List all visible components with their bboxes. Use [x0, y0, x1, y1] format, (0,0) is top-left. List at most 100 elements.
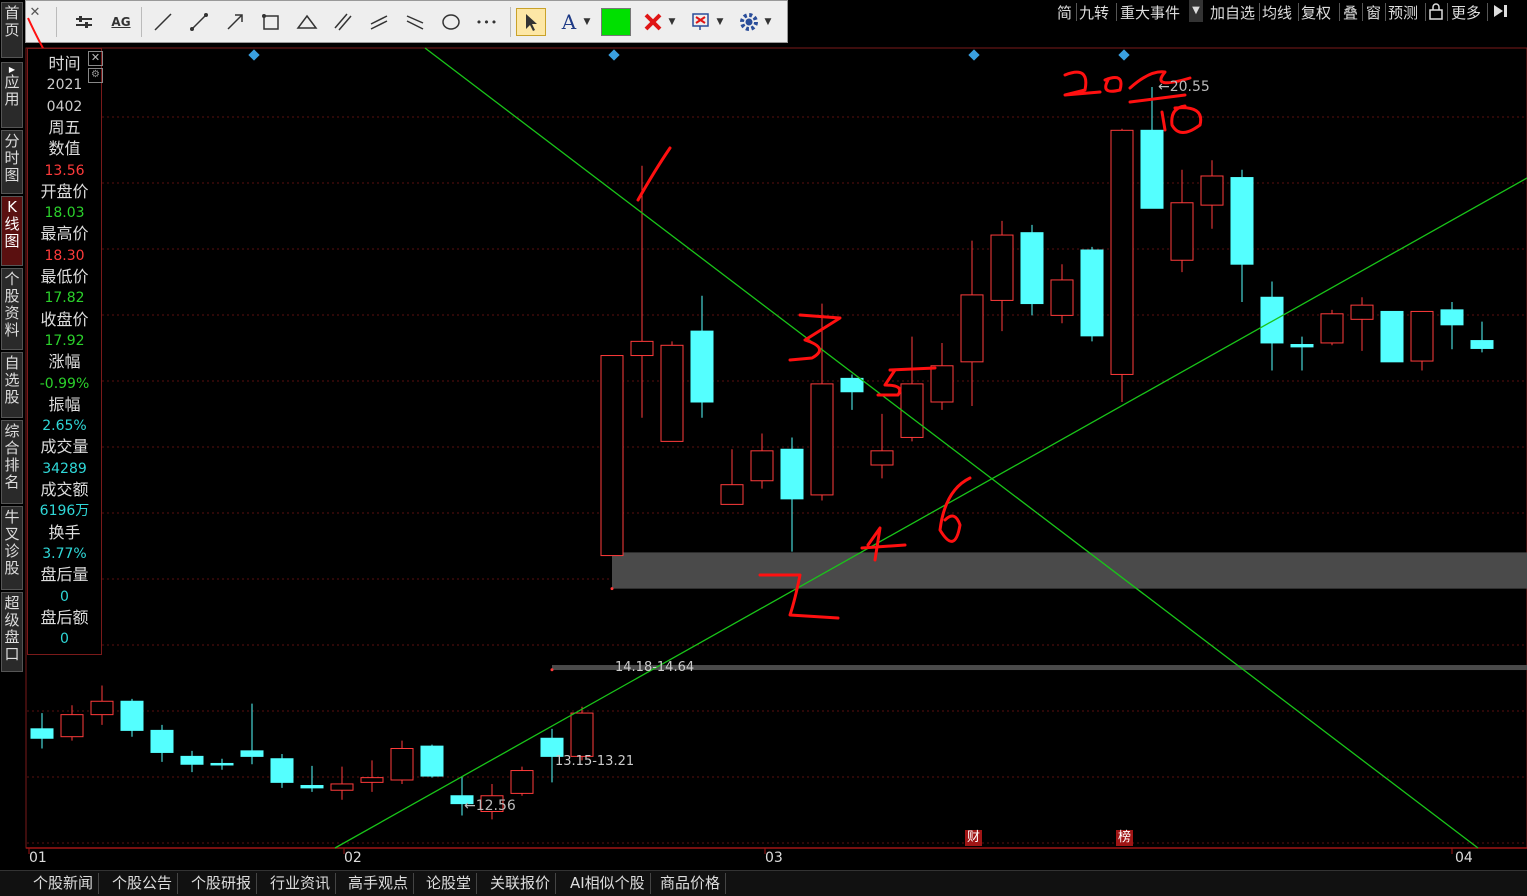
bottom-tab-3[interactable]: 行业资讯 — [265, 873, 337, 894]
candle-body — [1350, 304, 1374, 320]
info-value: 18.30 — [44, 247, 85, 264]
bottom-tab-6[interactable]: 关联报价 — [485, 873, 557, 894]
high-price-label: ←20.55 — [1158, 79, 1210, 95]
candle-body — [1380, 310, 1404, 363]
zone-label-lower: 13.15-13.21 — [555, 754, 635, 769]
x-axis-label: 01 — [29, 850, 47, 866]
candle-body — [510, 770, 534, 794]
info-value: 18.03 — [44, 205, 85, 222]
info-label: 盘后额 — [40, 607, 89, 627]
crosshair-info-panel: 时间 2021 0402 周五 数值 13.56 开盘价 18.03 最高价 18.30 最低价 17… — [27, 48, 102, 655]
kline-chart[interactable] — [0, 0, 1527, 870]
bottom-tab-0[interactable]: 个股新闻 — [28, 873, 100, 894]
low-price-value: 12.56 — [475, 798, 516, 814]
candle-body — [1320, 313, 1344, 344]
bottom-tab-1[interactable]: 个股公告 — [107, 873, 179, 894]
candle-body — [1080, 249, 1104, 337]
candle-body — [840, 377, 864, 393]
candle-body — [210, 762, 234, 766]
candle-body — [240, 750, 264, 757]
candle-body — [150, 729, 174, 753]
bottom-tab-4[interactable]: 高手观点 — [343, 873, 415, 894]
info-label: 收盘价 — [40, 309, 89, 329]
candle-body — [90, 700, 114, 716]
info-label: 最高价 — [40, 224, 89, 244]
zone-anchor-dot — [550, 668, 554, 672]
info-value: 6196万 — [39, 503, 90, 520]
candle-body — [390, 748, 414, 781]
info-value: 17.92 — [44, 332, 85, 349]
zone-label-upper: 14.18-14.64 — [615, 660, 695, 675]
candle-body — [1410, 310, 1434, 362]
candle-body — [900, 383, 924, 438]
candle-body — [1290, 344, 1314, 348]
candle-body — [570, 712, 594, 757]
info-label: 数值 — [48, 139, 81, 159]
zone-anchor-dot — [610, 587, 614, 591]
candle-body — [1200, 175, 1224, 206]
info-label: 成交量 — [40, 437, 89, 457]
candle-body — [300, 785, 324, 789]
candle-body — [690, 330, 714, 403]
info-value: 34289 — [42, 460, 87, 477]
close-icon: ✕ — [90, 51, 101, 64]
candle-body — [120, 700, 144, 731]
support-zone — [552, 665, 1527, 671]
info-label: 盘后量 — [40, 565, 89, 585]
chart-frame — [25, 47, 1527, 849]
candle-body — [270, 758, 294, 783]
info-value: 周五 — [48, 117, 81, 137]
x-axis-label: 03 — [765, 850, 783, 866]
info-value: 2.65% — [42, 418, 87, 435]
candle-body — [1170, 202, 1194, 261]
info-label: 开盘价 — [40, 181, 89, 201]
info-label: 涨幅 — [48, 352, 81, 372]
candle-body — [810, 383, 834, 496]
candle-body — [1140, 129, 1164, 209]
candle-body — [600, 355, 624, 557]
low-price-label: ←12.56 — [464, 798, 516, 814]
candle-body — [330, 783, 354, 791]
bottom-tab-bar: 个股新闻 个股公告 个股研报 行业资讯 高手观点 论股堂 关联报价 AI相似个股 商品价格 — [0, 870, 1527, 896]
bottom-tab-7[interactable]: AI相似个股 — [565, 873, 651, 894]
info-value: 0 — [60, 631, 69, 648]
candle-body — [720, 484, 744, 505]
candle-body — [1020, 232, 1044, 305]
x-axis-label: 04 — [1455, 850, 1473, 866]
x-axis-label: 02 — [344, 850, 362, 866]
candle-body — [1110, 129, 1134, 375]
high-price-value: 20.55 — [1169, 79, 1210, 95]
candle-body — [1260, 296, 1284, 344]
candle-body — [750, 450, 774, 482]
candle-body — [30, 728, 54, 739]
gear-icon: ⚙ — [91, 69, 100, 80]
info-value: 17.82 — [44, 290, 85, 307]
bottom-tab-8[interactable]: 商品价格 — [655, 873, 727, 894]
info-panel-settings-button[interactable]: ⚙ — [88, 68, 103, 83]
candle-body — [180, 755, 204, 765]
info-value: 0 — [60, 588, 69, 605]
info-value: 13.56 — [44, 162, 85, 179]
info-label: 成交额 — [40, 480, 89, 499]
candle-body — [660, 344, 684, 442]
candle-body — [960, 294, 984, 363]
candle-body — [630, 340, 654, 357]
candle-body — [60, 714, 84, 738]
candle-body — [1050, 279, 1074, 316]
candle-body — [1470, 340, 1494, 349]
bottom-tab-5[interactable]: 论股堂 — [421, 873, 478, 894]
bottom-tab-2[interactable]: 个股研报 — [186, 873, 258, 894]
info-label: 最低价 — [40, 267, 89, 286]
candle-body — [870, 450, 894, 466]
leaderboard-marker[interactable]: 榜 — [1116, 830, 1134, 846]
info-panel-close-button[interactable]: ✕ — [88, 51, 103, 66]
candle-body — [990, 234, 1014, 301]
candle-body — [360, 777, 384, 783]
financial-report-marker[interactable]: 财 — [965, 830, 983, 846]
candle-body — [1230, 177, 1254, 265]
candle-body — [1440, 309, 1464, 326]
info-value: 0402 — [46, 98, 83, 115]
candle-body — [930, 365, 954, 403]
candle-body — [780, 448, 804, 500]
info-label: 振幅 — [48, 394, 81, 414]
